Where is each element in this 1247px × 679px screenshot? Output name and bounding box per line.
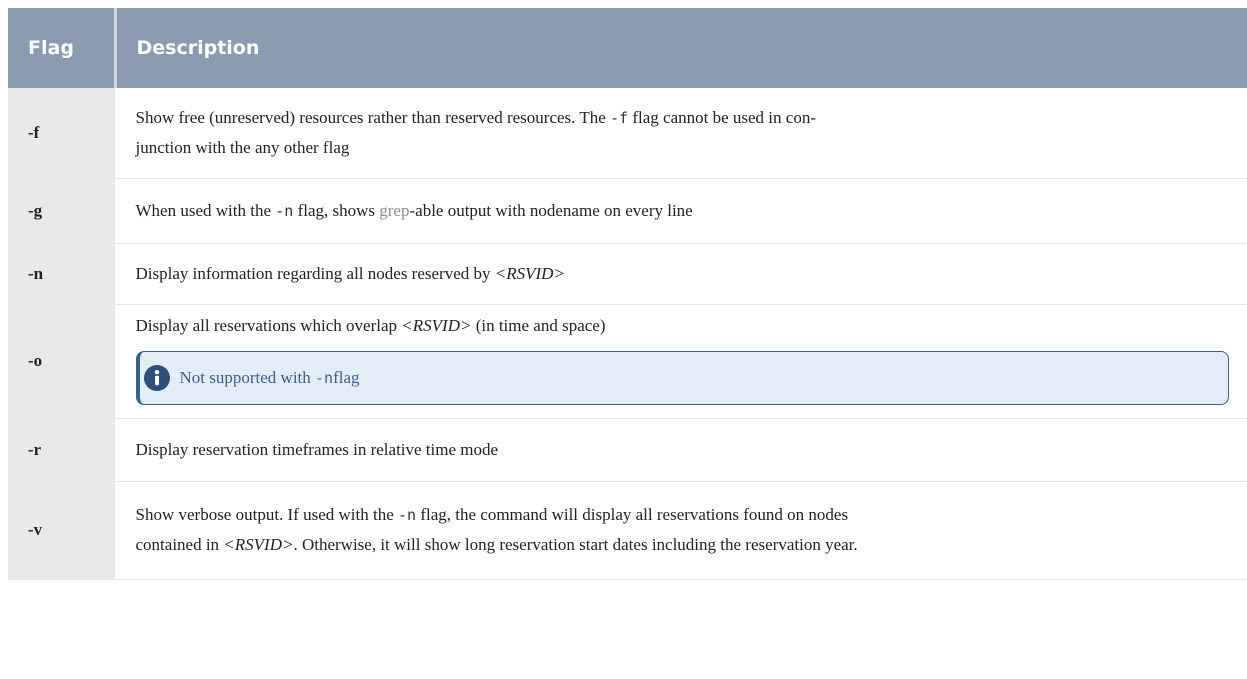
table-row: -r Display reservation timeframes in rel… [8, 418, 1247, 482]
note-text: Not supported with [179, 368, 311, 387]
inline-code: -n [398, 506, 417, 524]
flag-cell: -o [8, 304, 116, 419]
inline-code: -n [315, 369, 334, 387]
variable-text: <RSVID> [223, 535, 294, 554]
header-description: Description [115, 8, 1247, 88]
description-text: -able output with nodename on every line [409, 200, 693, 220]
description-cell: Display all reservations which overlap <… [115, 304, 1247, 419]
note-text: flag [333, 368, 360, 387]
description-text: Show free (unreserved) resources rather … [135, 107, 611, 127]
table-row: -f Show free (unreserved) resources rath… [8, 88, 1247, 179]
description-text: (in time and space) [471, 316, 606, 335]
description-text: flag, the command will display all reser… [416, 505, 849, 524]
description-text: Show verbose output. If used with the [135, 505, 399, 524]
description-cell: Show verbose output. If used with the -n… [115, 481, 1247, 580]
note-box: Not supported with -n flag [135, 351, 1229, 405]
table-row: -n Display information regarding all nod… [8, 243, 1247, 305]
table-row: -g When used with the -n flag, shows gre… [8, 178, 1247, 244]
flag-cell: -r [8, 418, 116, 482]
flags-table: Flag Description -f Show free (unreserve… [8, 8, 1247, 580]
description-text: flag, shows [293, 200, 380, 220]
description-text: Display information regarding all nodes … [135, 263, 495, 283]
description-cell: Display information regarding all nodes … [115, 243, 1247, 305]
flag-cell: -v [8, 481, 116, 580]
description-text: Display all reservations which overlap [135, 316, 402, 335]
description-cell: When used with the -n flag, shows grep-a… [115, 178, 1247, 244]
description-text: flag cannot be used in con- [628, 107, 816, 127]
variable-text: <RSVID> [401, 316, 472, 335]
description-text: When used with the [135, 200, 276, 220]
variable-text: <RSVID> [494, 263, 565, 283]
description-text: junction with the any other flag [135, 137, 350, 157]
table-row: -v Show verbose output. If used with the… [8, 481, 1247, 580]
inline-code: -n [275, 201, 294, 220]
description-cell: Show free (unreserved) resources rather … [115, 88, 1247, 179]
flag-cell: -g [8, 178, 116, 244]
flag-cell: -n [8, 243, 116, 305]
description-text: Display reservation timeframes in relati… [135, 439, 499, 459]
flag-cell: -f [8, 88, 116, 179]
table-header-row: Flag Description [8, 8, 1247, 88]
info-icon [143, 365, 170, 391]
description-text: contained in [135, 535, 224, 554]
grep-term: grep [379, 200, 410, 220]
description-text: . Otherwise, it will show long reservati… [293, 535, 858, 554]
inline-code: -f [610, 108, 629, 127]
header-flag: Flag [8, 8, 117, 88]
description-cell: Display reservation timeframes in relati… [115, 418, 1247, 482]
table-row: -o Display all reservations which overla… [8, 304, 1247, 419]
